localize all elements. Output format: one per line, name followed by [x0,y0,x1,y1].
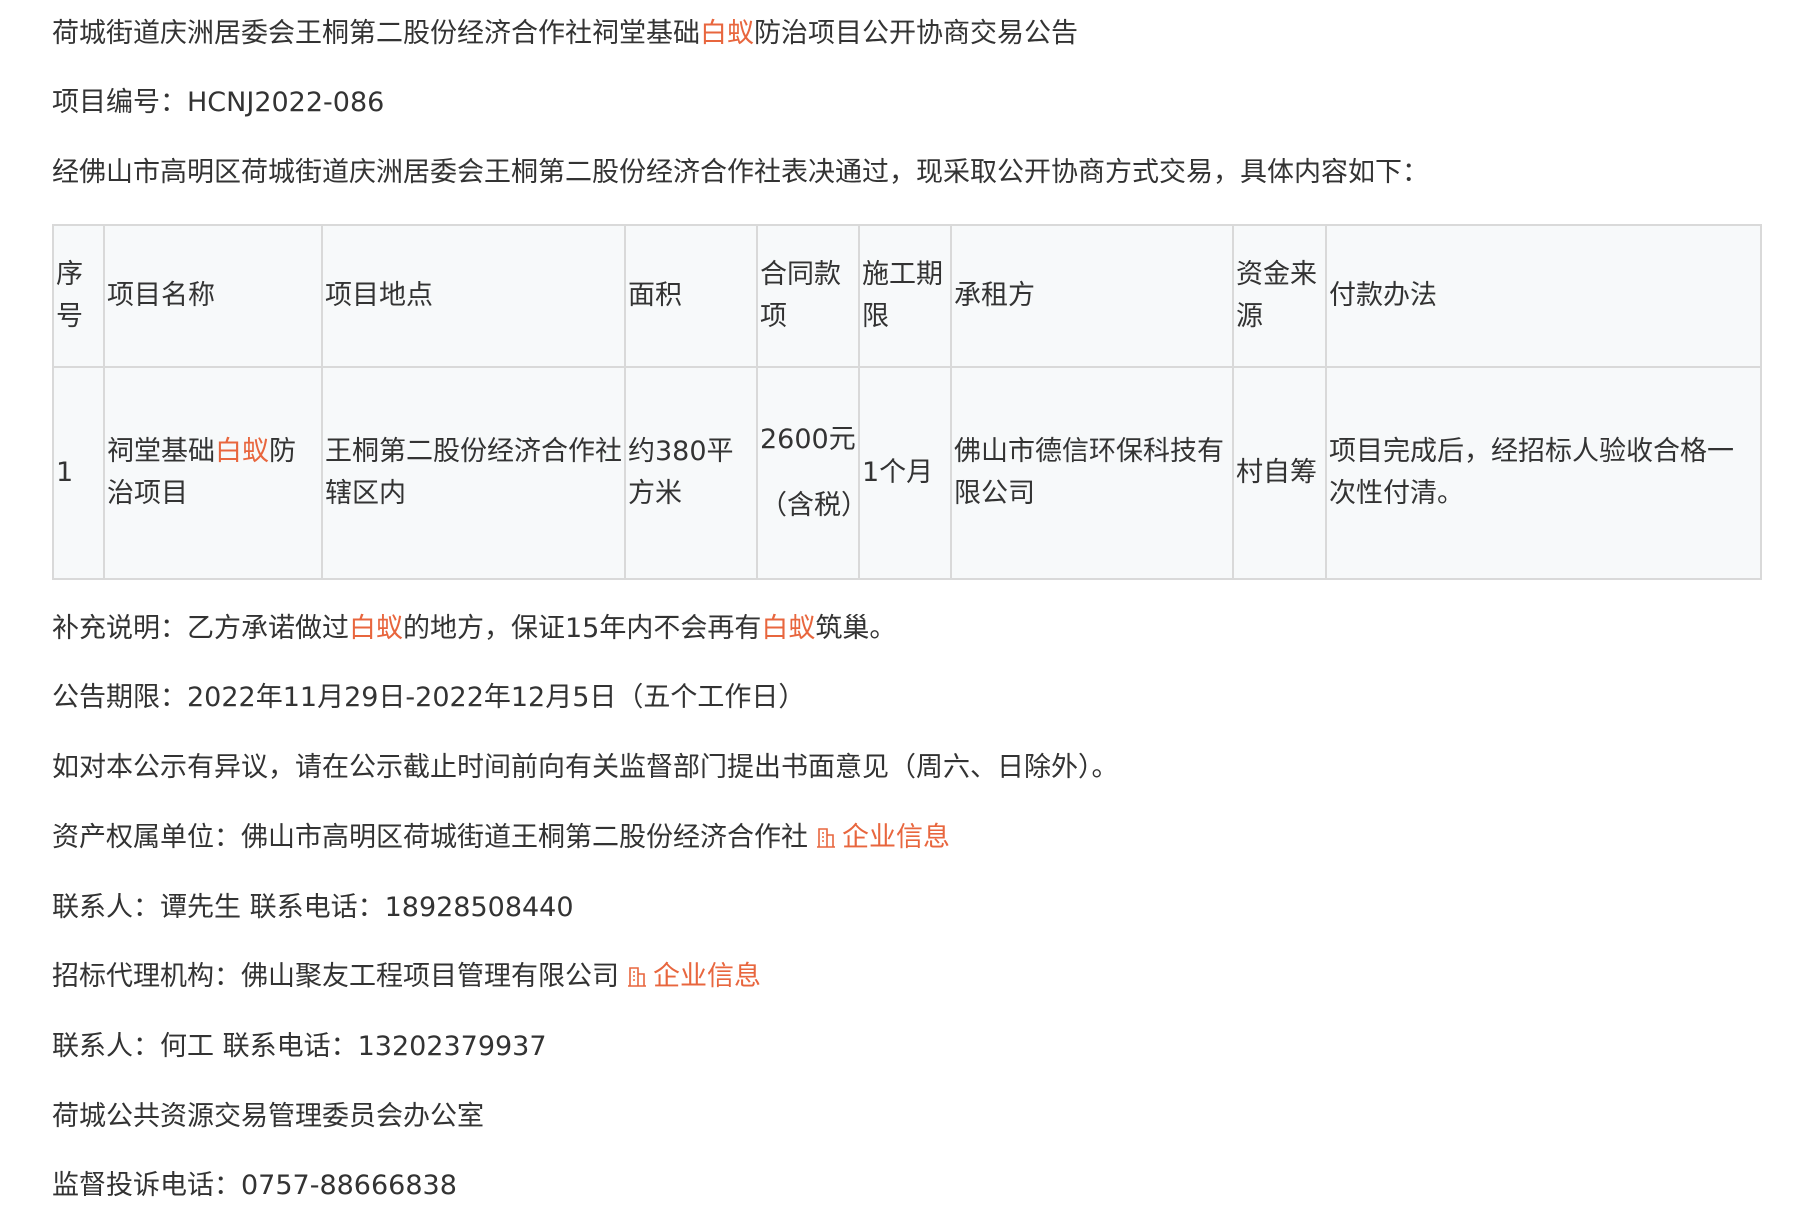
notice-title: 荷城街道庆洲居委会王桐第二股份经济合作社祠堂基础白蚁防治项目公开协商交易公告 [52,17,1078,51]
asset-owner: 资产权属单位：佛山市高明区荷城街道王桐第二股份经济合作社 企业信息 [52,821,950,858]
header-cell-location: 项目地点 [321,224,626,368]
project-number-value: HCNJ2022-086 [187,87,385,118]
title-text-post: 防治项目公开协商交易公告 [754,18,1078,49]
complaint-phone: 监督投诉电话：0757-88666838 [52,1170,457,1201]
header-cell-payment: 付款办法 [1325,224,1762,368]
asset-owner-label: 资产权属单位： [52,822,241,853]
header-cell-area: 面积 [624,224,758,368]
cell-area: 约380平方米 [624,366,758,580]
supplement-keyword-highlight-2: 白蚁 [761,613,816,644]
agent-company-info-link[interactable]: 企业信息 [619,961,761,992]
header-cell-amount: 合同款项 [756,224,860,368]
project-number: 项目编号：HCNJ2022-086 [52,86,384,120]
cell-amount-value: 2600元 [760,424,856,455]
building-icon [625,963,649,997]
header-cell-name: 项目名称 [103,224,323,368]
project-number-label: 项目编号： [52,87,187,118]
contact-owner: 联系人：谭先生 联系电话：18928508440 [52,892,574,923]
cell-name-keyword-highlight: 白蚁 [215,436,269,467]
cell-fund: 村自筹 [1232,366,1327,580]
supplement-text-3: 筑巢。 [815,613,897,644]
cell-no: 1 [52,366,105,580]
asset-owner-name: 佛山市高明区荷城街道王桐第二股份经济合作社 [241,822,808,853]
table-header-row: 序号 项目名称 项目地点 面积 合同款项 施工期限 承租方 资金来源 付款办法 [52,224,1762,368]
bidding-agent-label: 招标代理机构： [52,961,241,992]
bidding-agent: 招标代理机构：佛山聚友工程项目管理有限公司 企业信息 [52,960,761,997]
supplement-text-2: 的地方，保证15年内不会再有 [403,613,762,644]
office-name: 荷城公共资源交易管理委员会办公室 [52,1101,484,1132]
owner-company-info-link[interactable]: 企业信息 [808,822,950,853]
header-cell-fund: 资金来源 [1232,224,1327,368]
table-row: 1 祠堂基础白蚁防治项目 王桐第二股份经济合作社辖区内 约380平方米 2600… [52,366,1762,580]
cell-amount: 2600元 （含税） [756,366,868,580]
intro-text: 经佛山市高明区荷城街道庆洲居委会王桐第二股份经济合作社表决通过，现采取公开协商方… [52,157,1429,188]
header-cell-period: 施工期限 [858,224,952,368]
title-keyword-highlight: 白蚁 [700,18,754,49]
header-cell-lessee: 承租方 [950,224,1234,368]
agent-company-info-label: 企业信息 [653,961,761,992]
bidding-agent-name: 佛山聚友工程项目管理有限公司 [241,961,619,992]
cell-name: 祠堂基础白蚁防治项目 [103,366,323,580]
objection-text: 如对本公示有异议，请在公示截止时间前向有关监督部门提出书面意见（周六、日除外）。 [52,752,1119,783]
cell-period: 1个月 [858,366,952,580]
contact-agent: 联系人：何工 联系电话：13202379937 [52,1031,547,1062]
cell-lessee: 佛山市德信环保科技有限公司 [950,366,1234,580]
supplement-keyword-highlight-1: 白蚁 [349,613,403,644]
building-icon [814,824,838,858]
header-cell-no: 序号 [52,224,105,368]
title-text-pre: 荷城街道庆洲居委会王桐第二股份经济合作社祠堂基础 [52,18,700,49]
supplement-note: 补充说明：乙方承诺做过白蚁的地方，保证15年内不会再有白蚁筑巢。 [52,612,896,646]
project-table: 序号 项目名称 项目地点 面积 合同款项 施工期限 承租方 资金来源 付款办法 … [52,224,1762,580]
notice-period: 公告期限：2022年11月29日-2022年12月5日（五个工作日） [52,682,806,713]
owner-company-info-label: 企业信息 [842,822,950,853]
cell-name-pre: 祠堂基础 [107,436,215,467]
cell-amount-note: （含税） [760,490,868,521]
cell-payment: 项目完成后，经招标人验收合格一次性付清。 [1325,366,1762,580]
cell-location: 王桐第二股份经济合作社辖区内 [321,366,626,580]
supplement-text-1: 补充说明：乙方承诺做过 [52,613,349,644]
